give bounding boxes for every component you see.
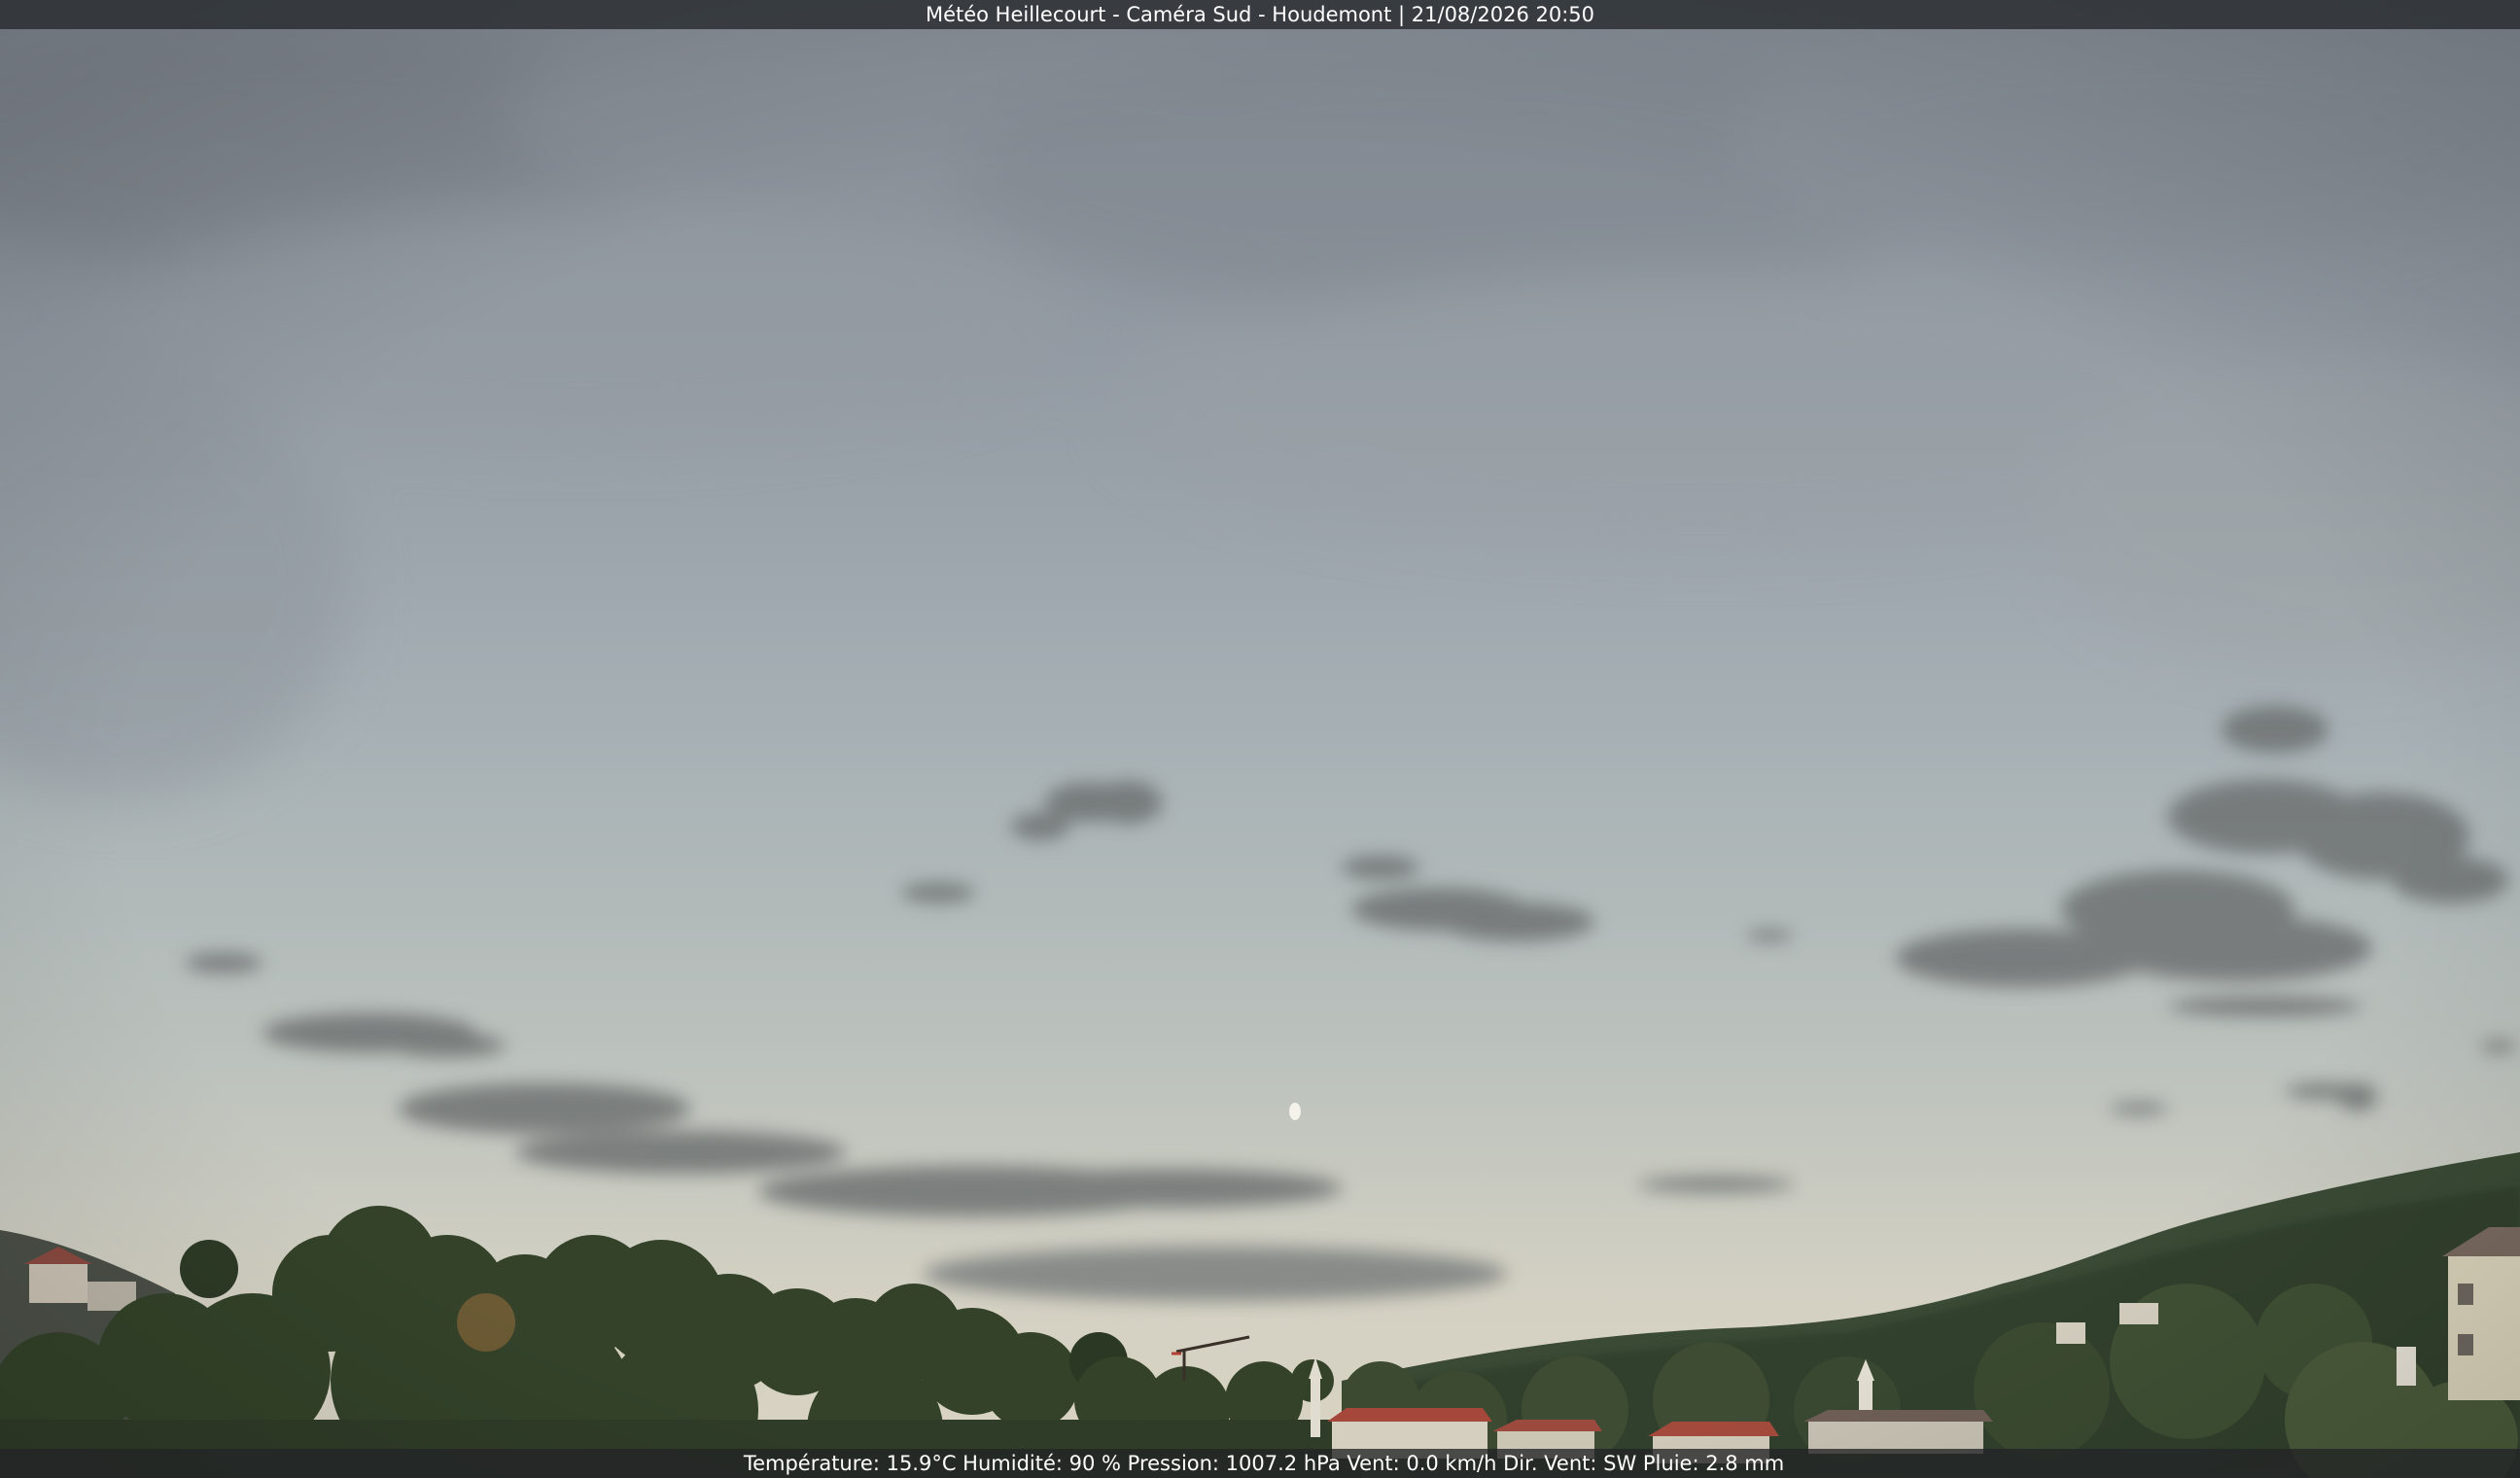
title-overlay-bar: Météo Heillecourt - Caméra Sud - Houdemo… (0, 0, 2520, 29)
camera-title: Météo Heillecourt - Caméra Sud - Houdemo… (925, 3, 1595, 26)
weather-readout: Température: 15.9°C Humidité: 90 % Press… (743, 1452, 1785, 1475)
weather-overlay-bar: Température: 15.9°C Humidité: 90 % Press… (0, 1449, 2520, 1478)
lens-vignette (0, 0, 2520, 1478)
webcam-frame: Météo Heillecourt - Caméra Sud - Houdemo… (0, 0, 2520, 1478)
sky-scene (0, 0, 2520, 1478)
